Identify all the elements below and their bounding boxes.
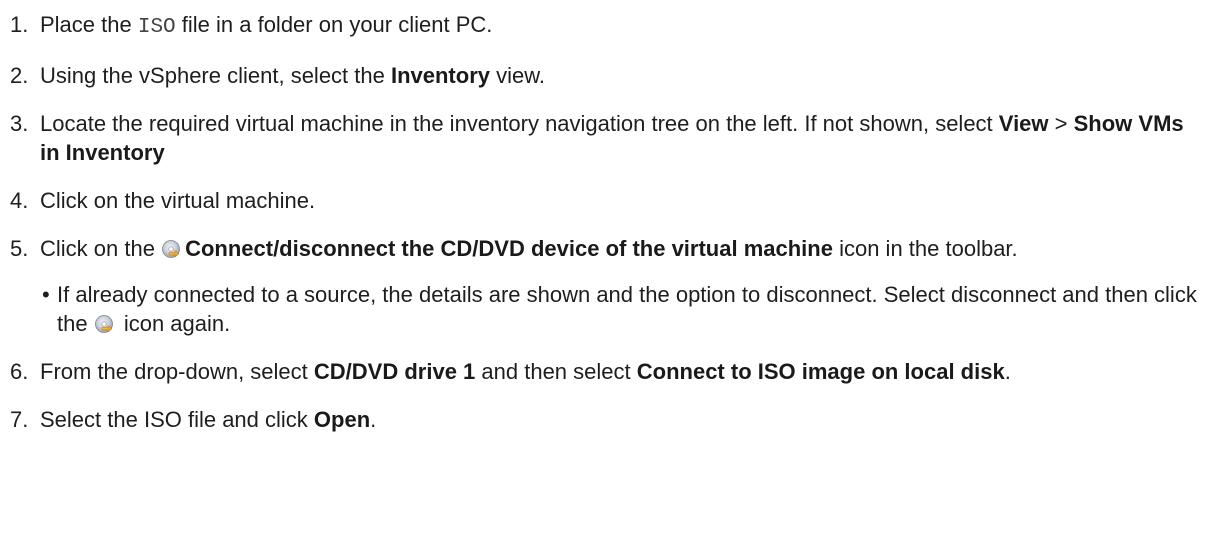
step-4: 4. Click on the virtual machine.: [0, 186, 1200, 215]
cd-dvd-drive-bold: CD/DVD drive 1: [313, 359, 476, 384]
step-text: Place the: [40, 12, 138, 37]
step-text: .: [370, 407, 377, 432]
step-text: icon in the toolbar.: [832, 236, 1018, 261]
step-number: 6.: [10, 359, 29, 384]
cd-dvd-connect-icon: [162, 240, 180, 258]
instruction-steps: 1. Place the ISO file in a folder on you…: [0, 0, 1210, 434]
connect-cd-dvd-bold: Connect/disconnect the CD/DVD device of …: [185, 236, 833, 261]
step-text: Click on the virtual machine.: [40, 188, 316, 213]
step-2: 2. Using the vSphere client, select the …: [0, 61, 1200, 90]
step-number: 3.: [10, 111, 29, 136]
step-number: 7.: [10, 407, 29, 432]
view-menu-bold: View: [998, 111, 1049, 136]
step-text: >: [1048, 111, 1074, 136]
step-number: 2.: [10, 63, 29, 88]
sub-list: • If already connected to a source, the …: [40, 280, 1200, 338]
step-text: Select the ISO file and click: [40, 407, 314, 432]
step-text: .: [1004, 359, 1011, 384]
bullet: •: [42, 282, 50, 307]
inventory-bold: Inventory: [390, 63, 490, 88]
step-text: From the drop-down, select: [40, 359, 314, 384]
step-text: Using the vSphere client, select the: [40, 63, 391, 88]
iso-code-text: ISO: [137, 16, 176, 39]
cd-dvd-connect-icon: [94, 315, 113, 333]
step-number: 5.: [10, 236, 29, 261]
step-1: 1. Place the ISO file in a folder on you…: [0, 10, 1200, 42]
step-text: view.: [490, 63, 546, 88]
open-bold: Open: [313, 407, 371, 432]
step-text: and then select: [475, 359, 637, 384]
step-number: 1.: [10, 12, 29, 37]
step-text: file in a folder on your client PC.: [175, 12, 493, 37]
sub-list-item: • If already connected to a source, the …: [40, 280, 1200, 338]
step-3: 3. Locate the required virtual machine i…: [0, 109, 1200, 167]
step-text: icon again.: [117, 311, 231, 336]
step-6: 6. From the drop-down, select CD/DVD dri…: [0, 357, 1200, 386]
connect-iso-bold: Connect to ISO image on local disk: [636, 359, 1005, 384]
step-text: Locate the required virtual machine in t…: [40, 111, 999, 136]
step-text: Click on the: [40, 236, 162, 261]
step-number: 4.: [10, 188, 29, 213]
step-5: 5. Click on the Connect/disconnect the C…: [0, 234, 1200, 338]
step-7: 7. Select the ISO file and click Open.: [0, 405, 1200, 434]
